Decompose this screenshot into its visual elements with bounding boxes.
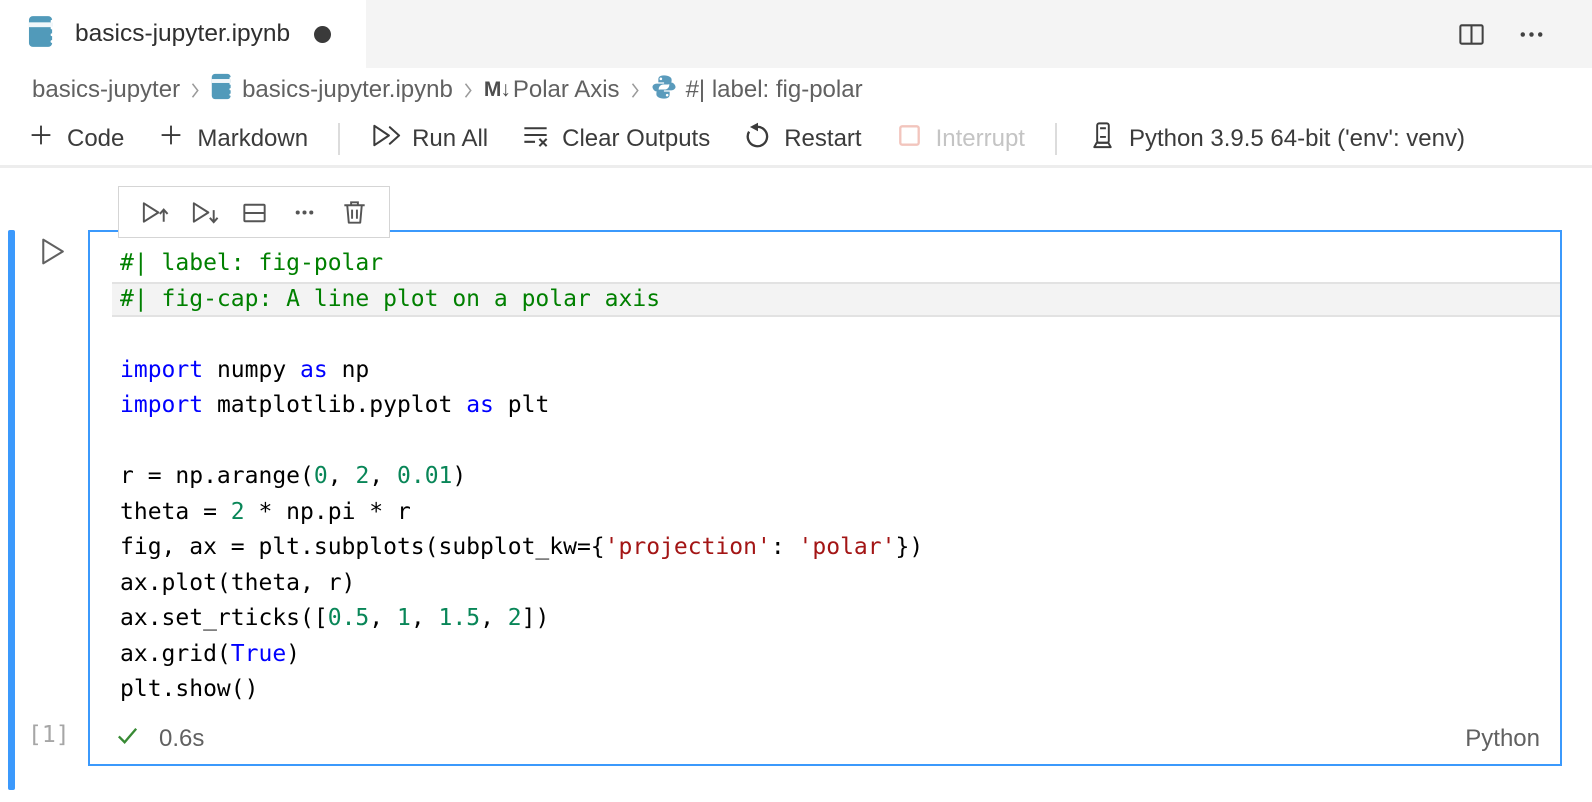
breadcrumb-code-cell[interactable]: #| label: fig-polar (651, 74, 863, 107)
code-line[interactable]: ax.grid(True) (112, 637, 1560, 673)
delete-cell-button[interactable] (329, 190, 379, 234)
code-line[interactable]: r = np.arange(0, 2, 0.01) (112, 459, 1560, 495)
vscode-window: basics-jupyter.ipynb basics-jupyter (0, 0, 1592, 802)
tab-title: basics-jupyter.ipynb (75, 20, 290, 48)
breadcrumb-label: #| label: fig-polar (686, 76, 863, 104)
plus-icon (156, 120, 186, 157)
python-icon (651, 74, 677, 107)
interrupt-icon (894, 120, 925, 158)
add-code-cell-button[interactable]: Code (10, 117, 140, 161)
execute-below-button[interactable] (179, 190, 229, 234)
execution-duration: 0.6s (159, 725, 204, 753)
clear-outputs-label: Clear Outputs (562, 125, 710, 153)
run-cell-button[interactable] (34, 234, 70, 270)
code-line[interactable]: fig, ax = plt.subplots(subplot_kw={'proj… (112, 530, 1560, 566)
plus-icon (26, 120, 56, 157)
cell-hover-toolbar (118, 186, 390, 238)
modified-dot-icon[interactable] (314, 26, 331, 43)
restart-icon (742, 120, 773, 158)
code-line[interactable]: ax.plot(theta, r) (112, 566, 1560, 602)
breadcrumb-folder[interactable]: basics-jupyter (32, 76, 180, 104)
code-line[interactable]: import numpy as np (112, 353, 1560, 389)
chevron-right-icon (188, 80, 203, 101)
breadcrumb-label: basics-jupyter.ipynb (242, 76, 453, 104)
code-line[interactable] (112, 317, 1560, 353)
add-code-label: Code (67, 125, 124, 153)
tab-bar: basics-jupyter.ipynb (0, 0, 1592, 68)
kernel-picker-button[interactable]: Python 3.9.5 64-bit ('env': venv) (1071, 117, 1481, 161)
tab-basics-jupyter[interactable]: basics-jupyter.ipynb (0, 0, 366, 68)
restart-button[interactable]: Restart (726, 117, 877, 161)
toolbar-separator (338, 123, 340, 155)
breadcrumb-markdown-section[interactable]: M↓ Polar Axis (484, 76, 620, 104)
markdown-icon: M↓ (484, 78, 510, 102)
split-editor-icon[interactable] (1452, 15, 1490, 53)
notebook-editor: [1] (0, 168, 1592, 799)
code-line[interactable] (112, 424, 1560, 460)
breadcrumb-file[interactable]: basics-jupyter.ipynb (211, 73, 453, 107)
code-line[interactable]: import matplotlib.pyplot as plt (112, 388, 1560, 424)
code-line[interactable]: theta = 2 * np.pi * r (112, 495, 1560, 531)
split-cell-button[interactable] (229, 190, 279, 234)
chevron-right-icon (461, 80, 476, 101)
notebook-toolbar: Code Markdown Run All (0, 112, 1592, 168)
code-line[interactable]: #| label: fig-polar (112, 246, 1560, 282)
code-line[interactable]: ax.set_rticks([0.5, 1, 1.5, 2]) (112, 601, 1560, 637)
cell-status-bar: 0.6s Python (114, 720, 1540, 758)
clear-outputs-button[interactable]: Clear Outputs (504, 117, 726, 161)
interrupt-button[interactable]: Interrupt (878, 117, 1041, 161)
more-actions-icon[interactable] (1512, 15, 1550, 53)
cell-language-label[interactable]: Python (1465, 725, 1540, 753)
notebook-icon (28, 15, 55, 53)
more-cell-actions-button[interactable] (279, 190, 329, 234)
restart-label: Restart (784, 125, 861, 153)
run-all-label: Run All (412, 125, 488, 153)
clear-outputs-icon (520, 120, 551, 158)
cell-focus-bar (8, 230, 15, 790)
code-cell: #| label: fig-polar#| fig-cap: A line pl… (88, 230, 1562, 766)
interrupt-label: Interrupt (936, 125, 1025, 153)
chevron-right-icon (628, 80, 643, 101)
code-line[interactable]: #| fig-cap: A line plot on a polar axis (112, 282, 1560, 318)
kernel-icon (1087, 120, 1118, 158)
success-check-icon (114, 722, 141, 756)
run-all-icon (370, 120, 401, 158)
execute-above-button[interactable] (129, 190, 179, 234)
run-all-button[interactable]: Run All (354, 117, 504, 161)
toolbar-separator (1055, 123, 1057, 155)
window-actions (1452, 0, 1592, 68)
notebook-icon (211, 73, 233, 107)
breadcrumb-label: basics-jupyter (32, 76, 180, 104)
add-markdown-label: Markdown (197, 125, 308, 153)
kernel-label: Python 3.9.5 64-bit ('env': venv) (1129, 125, 1465, 153)
add-markdown-cell-button[interactable]: Markdown (140, 117, 324, 161)
breadcrumb: basics-jupyter basics-jupyter.ipynb (0, 68, 1592, 112)
breadcrumb-label: Polar Axis (513, 76, 620, 104)
code-area[interactable]: #| label: fig-polar#| fig-cap: A line pl… (90, 232, 1560, 708)
execution-count: [1] (28, 722, 70, 748)
code-line[interactable]: plt.show() (112, 672, 1560, 708)
